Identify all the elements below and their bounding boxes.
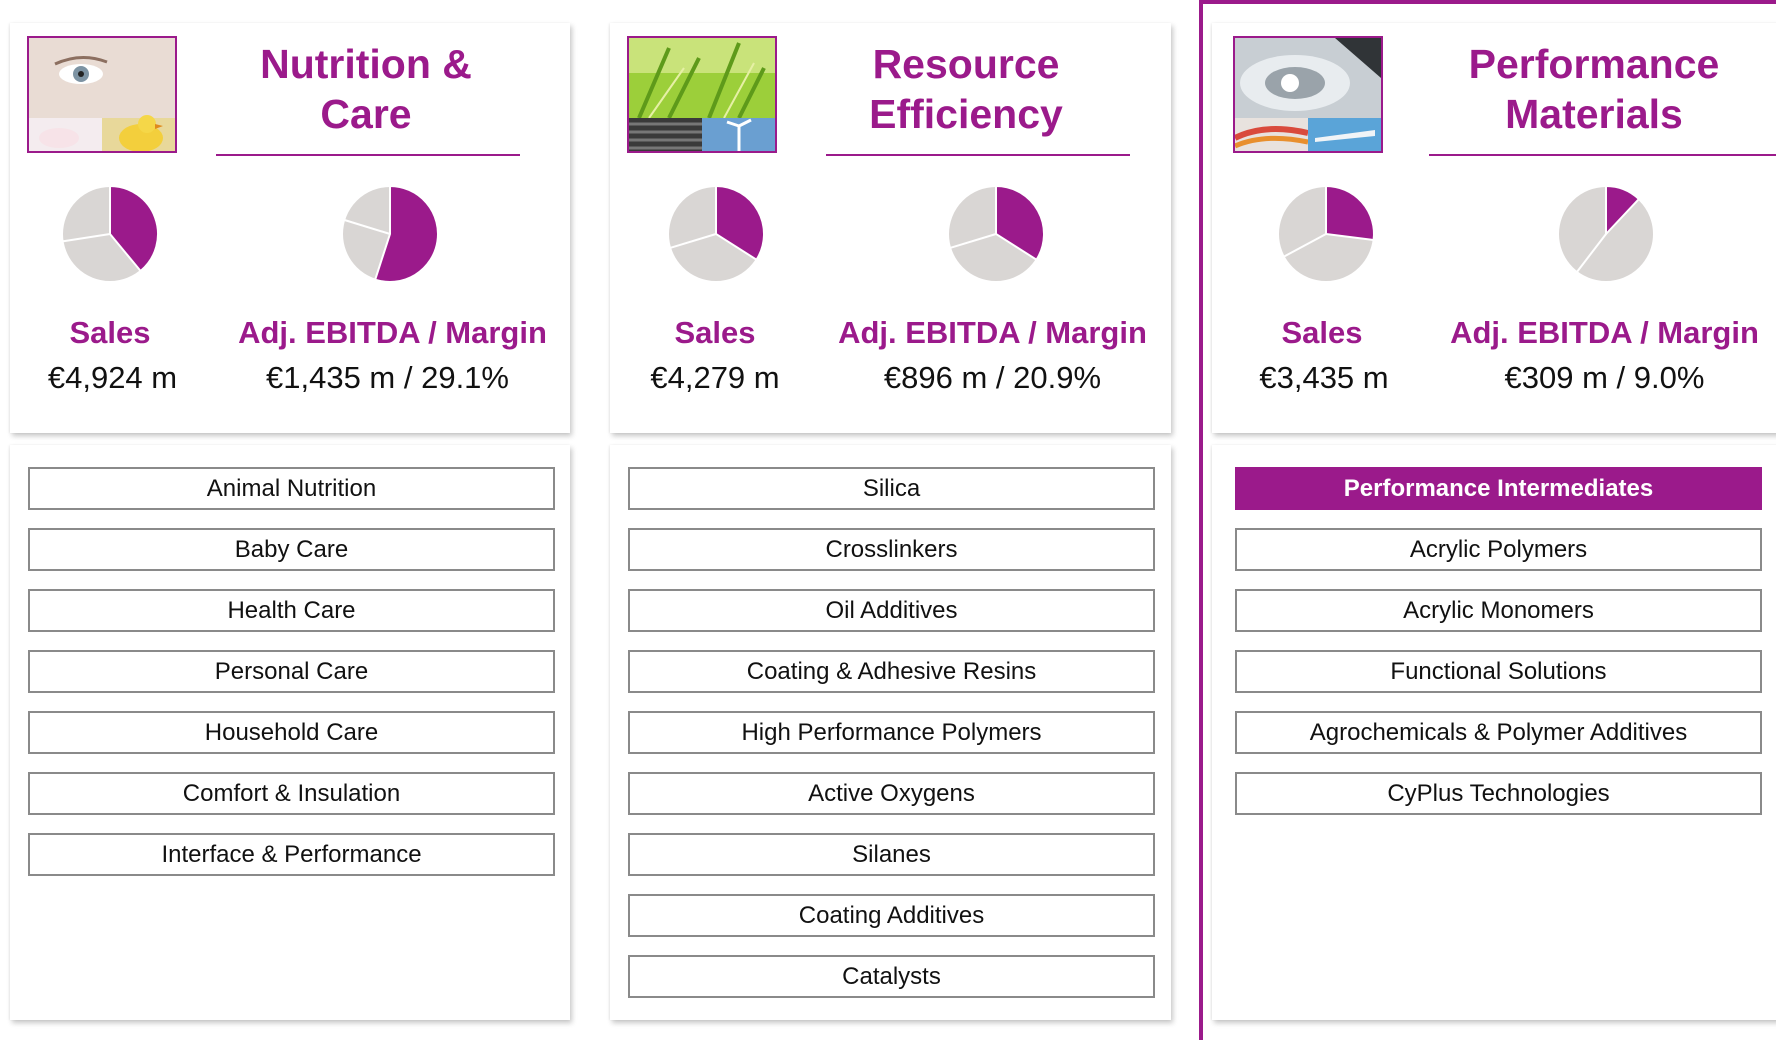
segment-title: Resource Efficiency	[869, 41, 1063, 137]
sales-label: Sales	[69, 315, 151, 350]
segment-card-resource-efficiency: Resource Efficiency Sales Adj. EBITDA / …	[610, 23, 1171, 433]
business-unit-item[interactable]: Functional Solutions	[1235, 650, 1762, 693]
business-unit-item[interactable]: Household Care	[28, 711, 555, 754]
sales-value: €4,279 m	[650, 360, 780, 395]
segment-photo	[1233, 36, 1383, 153]
segment-title: Nutrition & Care	[260, 41, 472, 137]
business-units-resource-efficiency: Silica Crosslinkers Oil Additives Coatin…	[610, 445, 1171, 1020]
segment-title: Performance Materials	[1468, 41, 1720, 137]
pie-chart-ebitda	[1557, 184, 1655, 283]
pie-chart-ebitda	[947, 184, 1045, 283]
business-unit-item[interactable]: Silanes	[628, 833, 1155, 876]
title-divider	[216, 154, 520, 156]
pie-chart-sales	[1277, 184, 1375, 283]
segment-card-performance-materials: Performance Materials Sales Adj. EBITDA …	[1212, 23, 1776, 433]
business-unit-item[interactable]: Interface & Performance	[28, 833, 555, 876]
title-divider	[826, 154, 1130, 156]
title-divider	[1429, 154, 1776, 156]
ebitda-value: €896 m / 20.9%	[883, 360, 1102, 395]
sales-value: €3,435 m	[1259, 360, 1389, 395]
segment-card-nutrition-care: Nutrition & Care Sales Adj. EBITDA / Mar…	[10, 23, 570, 433]
sales-label: Sales	[1281, 315, 1363, 350]
business-unit-item[interactable]: Coating Additives	[628, 894, 1155, 937]
ebitda-value: €1,435 m / 29.1%	[266, 360, 509, 395]
business-unit-item[interactable]: Crosslinkers	[628, 528, 1155, 571]
business-unit-item-active[interactable]: Performance Intermediates	[1235, 467, 1762, 510]
business-unit-item[interactable]: Animal Nutrition	[28, 467, 555, 510]
business-unit-item[interactable]: Health Care	[28, 589, 555, 632]
business-unit-item[interactable]: Agrochemicals & Polymer Additives	[1235, 711, 1762, 754]
business-unit-item[interactable]: High Performance Polymers	[628, 711, 1155, 754]
pie-chart-ebitda	[341, 184, 439, 283]
segment-photo	[27, 36, 177, 153]
business-unit-item[interactable]: Oil Additives	[628, 589, 1155, 632]
business-unit-list: Performance Intermediates Acrylic Polyme…	[1235, 467, 1762, 833]
business-unit-item[interactable]: Coating & Adhesive Resins	[628, 650, 1155, 693]
segment-photo	[627, 36, 777, 153]
sales-label: Sales	[674, 315, 756, 350]
business-unit-item[interactable]: Silica	[628, 467, 1155, 510]
business-units-nutrition-care: Animal Nutrition Baby Care Health Care P…	[10, 445, 570, 1020]
business-unit-item[interactable]: CyPlus Technologies	[1235, 772, 1762, 815]
business-unit-list: Silica Crosslinkers Oil Additives Coatin…	[628, 467, 1155, 1016]
business-unit-item[interactable]: Catalysts	[628, 955, 1155, 998]
pie-slice-segment	[1325, 184, 1375, 242]
business-unit-item[interactable]: Acrylic Polymers	[1235, 528, 1762, 571]
pie-chart-sales	[61, 184, 159, 283]
business-unit-item[interactable]: Active Oxygens	[628, 772, 1155, 815]
business-unit-list: Animal Nutrition Baby Care Health Care P…	[28, 467, 555, 894]
sales-value: €4,924 m	[47, 360, 178, 395]
ebitda-value: €309 m / 9.0%	[1504, 360, 1705, 395]
business-unit-item[interactable]: Baby Care	[28, 528, 555, 571]
business-unit-item[interactable]: Personal Care	[28, 650, 555, 693]
pie-chart-sales	[667, 184, 765, 283]
business-units-performance-materials: Performance Intermediates Acrylic Polyme…	[1212, 445, 1776, 1020]
ebitda-label: Adj. EBITDA / Margin	[838, 315, 1147, 350]
ebitda-label: Adj. EBITDA / Margin	[238, 315, 547, 350]
business-unit-item[interactable]: Acrylic Monomers	[1235, 589, 1762, 632]
ebitda-label: Adj. EBITDA / Margin	[1450, 315, 1759, 350]
business-unit-item[interactable]: Comfort & Insulation	[28, 772, 555, 815]
